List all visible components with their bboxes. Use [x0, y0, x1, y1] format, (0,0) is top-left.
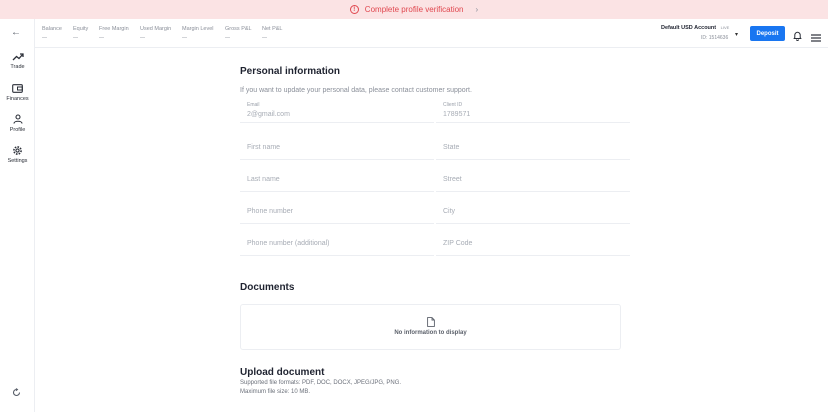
- refresh-icon[interactable]: [12, 384, 21, 402]
- person-icon: [0, 113, 35, 125]
- sidebar-item-trade[interactable]: Trade: [0, 50, 35, 70]
- chevron-right-icon: ›: [475, 5, 479, 14]
- verification-banner[interactable]: ! Complete profile verification ›: [0, 0, 828, 19]
- phone-field[interactable]: Phone number: [240, 200, 434, 224]
- email-value: 2@gmail.com: [247, 111, 290, 118]
- account-name: Default USD Account: [661, 25, 717, 31]
- banner-text: Complete profile verification: [364, 5, 464, 14]
- client-id-label: Client ID: [443, 102, 463, 108]
- stat-balance: Balance —: [42, 26, 62, 41]
- chevron-down-icon[interactable]: ▾: [735, 31, 738, 38]
- email-field[interactable]: Email 2@gmail.com: [240, 99, 434, 123]
- trending-up-icon: [0, 50, 35, 62]
- zip-code-field[interactable]: ZIP Code: [436, 232, 630, 256]
- zip-code-placeholder: ZIP Code: [443, 240, 473, 247]
- profile-page: Personal information If you want to upda…: [35, 48, 828, 412]
- street-field[interactable]: Street: [436, 168, 630, 192]
- account-selector[interactable]: Default USD Account LIVE ID: 1514636: [661, 25, 730, 41]
- upload-document-heading: Upload document: [240, 367, 325, 378]
- account-stats-bar: Balance — Equity — Free Margin — Used Margi…: [35, 19, 828, 48]
- phone-additional-placeholder: Phone number (additional): [247, 240, 330, 247]
- sidebar-item-finances[interactable]: Finances: [0, 82, 35, 102]
- stat-free-margin: Free Margin —: [99, 26, 129, 41]
- stat-gross-pnl: Gross P&L —: [225, 26, 252, 41]
- state-placeholder: State: [443, 144, 460, 151]
- sidebar-item-label: Finances: [6, 96, 29, 102]
- stat-margin-level: Margin Level —: [182, 26, 214, 41]
- support-note: If you want to update your personal data…: [240, 87, 472, 94]
- stat-equity: Equity —: [73, 26, 89, 41]
- sidebar-item-settings[interactable]: Settings: [0, 144, 35, 164]
- stat-used-margin: Used Margin —: [140, 26, 172, 41]
- back-arrow-icon[interactable]: ←: [11, 27, 21, 38]
- city-placeholder: City: [443, 208, 456, 215]
- street-placeholder: Street: [443, 176, 462, 183]
- stat-net-pnl: Net P&L —: [262, 26, 283, 41]
- documents-empty-state: No information to display: [240, 304, 621, 350]
- client-id-value: 1789571: [443, 111, 471, 118]
- city-field[interactable]: City: [436, 200, 630, 224]
- sidebar-item-label: Profile: [9, 127, 26, 133]
- account-id: ID: 1514636: [701, 35, 729, 41]
- sidebar: ← Trade Finances Profile Settings: [0, 19, 35, 412]
- phone-additional-field[interactable]: Phone number (additional): [240, 232, 434, 256]
- sidebar-item-profile[interactable]: Profile: [0, 113, 35, 133]
- state-field[interactable]: State: [436, 136, 630, 160]
- max-file-size-text: Maximum file size: 10 MB.: [240, 389, 311, 395]
- alert-circle-icon: !: [349, 5, 359, 14]
- empty-state-text: No information to display: [394, 330, 467, 336]
- deposit-button[interactable]: Deposit: [750, 26, 785, 41]
- email-label: Email: [247, 102, 260, 108]
- bell-icon[interactable]: [793, 28, 802, 46]
- live-badge: LIVE: [720, 25, 730, 30]
- supported-formats-text: Supported file formats: PDF, DOC, DOCX, …: [240, 380, 402, 386]
- hamburger-menu-icon[interactable]: [811, 29, 821, 47]
- gear-icon: [0, 144, 35, 156]
- last-name-field[interactable]: Last name: [240, 168, 434, 192]
- documents-heading: Documents: [240, 282, 295, 293]
- phone-placeholder: Phone number: [247, 208, 293, 215]
- wallet-icon: [0, 82, 35, 94]
- first-name-placeholder: First name: [247, 144, 281, 151]
- client-id-field[interactable]: Client ID 1789571: [436, 99, 630, 123]
- file-icon: [241, 317, 620, 327]
- sidebar-item-label: Settings: [7, 158, 28, 164]
- sidebar-item-label: Trade: [10, 64, 25, 70]
- first-name-field[interactable]: First name: [240, 136, 434, 160]
- last-name-placeholder: Last name: [247, 176, 280, 183]
- personal-information-heading: Personal information: [240, 66, 341, 77]
